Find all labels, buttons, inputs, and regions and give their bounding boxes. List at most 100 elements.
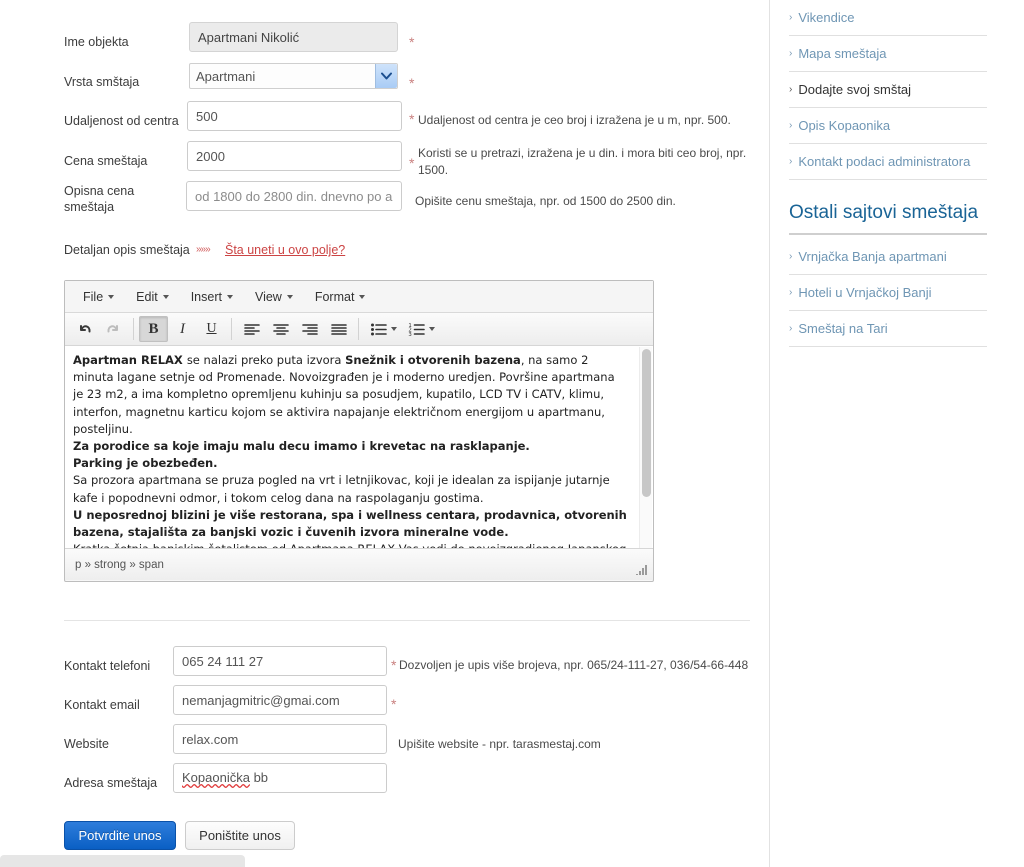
- required-mark-udaljenost: *: [409, 111, 415, 127]
- caret-down-icon: [391, 327, 397, 331]
- editor-scrollbar[interactable]: [639, 347, 652, 548]
- editor-bold-run: Parking je obezbeđen.: [73, 456, 218, 471]
- sidebar-item-label: Dodajte svoj smštaj: [798, 82, 912, 97]
- sidebar-item-opis-kopaonika[interactable]: › Opis Kopaonika: [789, 108, 987, 144]
- label-kontakt-email: Kontakt email: [64, 698, 140, 712]
- label-ime-objekta: Ime objekta: [64, 35, 129, 49]
- sidebar-item-dodajte-svoj-smestaj[interactable]: › Dodajte svoj smštaj: [789, 72, 987, 108]
- sidebar-item-label: Kontakt podaci administratora: [798, 154, 971, 169]
- divider-contact: [64, 620, 750, 621]
- sidebar-heading-ostali-sajtovi: Ostali sajtovi smeštaja: [789, 180, 987, 235]
- editor-paragraph: Sa prozora apartmana se pruza pogled na …: [73, 472, 627, 506]
- toolbar-separator: [231, 318, 232, 340]
- chevron-right-icon: ›: [789, 11, 793, 23]
- bullet-list-icon[interactable]: [364, 316, 393, 342]
- editor-menu-insert-label: Insert: [190, 289, 222, 304]
- chevron-right-icon: ›: [789, 47, 793, 59]
- submit-button[interactable]: Potvrdite unos: [64, 821, 176, 850]
- editor-scrollbar-thumb[interactable]: [642, 349, 651, 497]
- editor-menu-file-label: File: [83, 289, 104, 304]
- reset-button[interactable]: Poništite unos: [185, 821, 295, 850]
- undo-icon[interactable]: [70, 316, 99, 342]
- editor-bold-run: Za porodice sa koje imaju malu decu imam…: [73, 439, 530, 454]
- caret-down-icon: [226, 294, 233, 299]
- sidebar-item-hoteli-u-vrnjackoj-banji[interactable]: › Hoteli u Vrnjačkoj Banji: [789, 275, 987, 311]
- editor-menubar: File Edit Insert View Format: [65, 281, 653, 313]
- redo-icon[interactable]: [99, 316, 128, 342]
- hint-website: Upišite website - npr. tarasmestaj.com: [398, 737, 601, 751]
- adresa-misspelled-word: Kopaonička: [182, 770, 250, 785]
- sidebar-item-label: Opis Kopaonika: [798, 118, 891, 133]
- label-cena: Cena smeštaja: [64, 154, 148, 168]
- bullet-list-button[interactable]: [364, 316, 402, 342]
- label-website: Website: [64, 737, 109, 751]
- chevron-right-icon: ›: [789, 155, 793, 167]
- sidebar-item-vikendice[interactable]: › Vikendice: [789, 0, 987, 36]
- editor-menu-format[interactable]: Format: [307, 287, 376, 307]
- input-website[interactable]: [173, 724, 387, 754]
- chevron-right-icon: ›: [789, 83, 793, 95]
- required-mark-cena: *: [409, 155, 415, 171]
- sidebar-item-mapa-smestaja[interactable]: › Mapa smeštaja: [789, 36, 987, 72]
- select-wrapper-vrsta-smestaja[interactable]: Apartmani: [189, 63, 398, 89]
- sidebar-item-label: Hoteli u Vrnjačkoj Banji: [798, 285, 932, 300]
- input-opisna-cena[interactable]: [186, 181, 402, 211]
- sidebar-item-label: Vikendice: [798, 10, 855, 25]
- numbered-list-button[interactable]: 123: [402, 316, 440, 342]
- editor-paragraph: U neposrednoj blizini je više restorana,…: [73, 507, 627, 541]
- editor-toolbar: B I U 1 2 3: [65, 313, 653, 346]
- caret-down-icon: [286, 294, 293, 299]
- editor-menu-edit-label: Edit: [136, 289, 158, 304]
- bold-icon[interactable]: B: [139, 316, 168, 342]
- editor-paragraph: Za porodice sa koje imaju malu decu imam…: [73, 438, 627, 455]
- resize-handle-icon[interactable]: [636, 564, 648, 576]
- label-adresa: Adresa smeštaja: [64, 776, 158, 790]
- input-ime-objekta[interactable]: [189, 22, 398, 52]
- italic-icon[interactable]: I: [168, 316, 197, 342]
- editor-element-path[interactable]: p » strong » span: [75, 559, 164, 571]
- align-center-icon[interactable]: [266, 316, 295, 342]
- editor-body[interactable]: Apartman RELAX se nalazi preko puta izvo…: [65, 346, 653, 549]
- sidebar-item-kontakt-podaci-administratora[interactable]: › Kontakt podaci administratora: [789, 144, 987, 180]
- underline-icon[interactable]: U: [197, 316, 226, 342]
- field-row-vrsta-smestaja: Vrsta smštaja Apartmani *: [0, 63, 770, 90]
- align-justify-icon[interactable]: [324, 316, 353, 342]
- required-mark-kontakt-telefoni: *: [391, 657, 397, 673]
- sidebar-item-smestaj-na-tari[interactable]: › Smeštaj na Tari: [789, 311, 987, 347]
- adresa-rest: bb: [249, 770, 269, 785]
- input-cena[interactable]: [187, 141, 402, 171]
- caret-down-icon: [359, 294, 366, 299]
- label-kontakt-telefoni: Kontakt telefoni: [64, 659, 151, 673]
- hint-udaljenost: Udaljenost od centra je ceo broj i izraž…: [418, 113, 731, 127]
- editor-menu-edit[interactable]: Edit: [128, 287, 179, 307]
- chevron-right-icon: ›: [789, 286, 793, 298]
- input-kontakt-telefoni[interactable]: [173, 646, 387, 676]
- editor-content[interactable]: Apartman RELAX se nalazi preko puta izvo…: [65, 346, 637, 548]
- sidebar-item-label: Smeštaj na Tari: [798, 321, 888, 336]
- input-kontakt-email[interactable]: [173, 685, 387, 715]
- editor-statusbar: p » strong » span: [65, 549, 653, 580]
- editor-menu-file[interactable]: File: [75, 287, 124, 307]
- label-opisna-cena: Opisna cena smeštaja: [64, 184, 135, 214]
- caret-down-icon: [429, 327, 435, 331]
- svg-text:3: 3: [408, 332, 411, 337]
- sidebar-item-vrnjacka-banja-apartmani[interactable]: › Vrnjačka Banja apartmani: [789, 239, 987, 275]
- select-vrsta-smestaja[interactable]: Apartmani: [189, 63, 398, 89]
- input-udaljenost[interactable]: [187, 101, 402, 131]
- editor-menu-insert[interactable]: Insert: [183, 287, 243, 307]
- align-left-icon[interactable]: [237, 316, 266, 342]
- numbered-list-icon[interactable]: 123: [402, 316, 431, 342]
- chevrons-icon: »»»: [196, 244, 211, 255]
- sidebar-item-label: Vrnjačka Banja apartmani: [798, 249, 947, 264]
- editor-menu-view[interactable]: View: [247, 287, 303, 307]
- toolbar-group-align: [237, 315, 353, 343]
- chevron-right-icon: ›: [789, 322, 793, 334]
- rich-text-editor[interactable]: File Edit Insert View Format B I U 1 2 3…: [64, 280, 654, 582]
- toolbar-separator: [358, 318, 359, 340]
- align-right-icon[interactable]: [295, 316, 324, 342]
- input-adresa[interactable]: Kopaonička bb: [173, 763, 387, 793]
- editor-paragraph: Kratka šetnja banjskim šetalistem od Apa…: [73, 541, 627, 548]
- editor-paragraph: Parking je obezbeđen.: [73, 455, 627, 472]
- link-sta-uneti[interactable]: Šta uneti u ovo polje?: [225, 243, 345, 257]
- toolbar-separator: [133, 318, 134, 340]
